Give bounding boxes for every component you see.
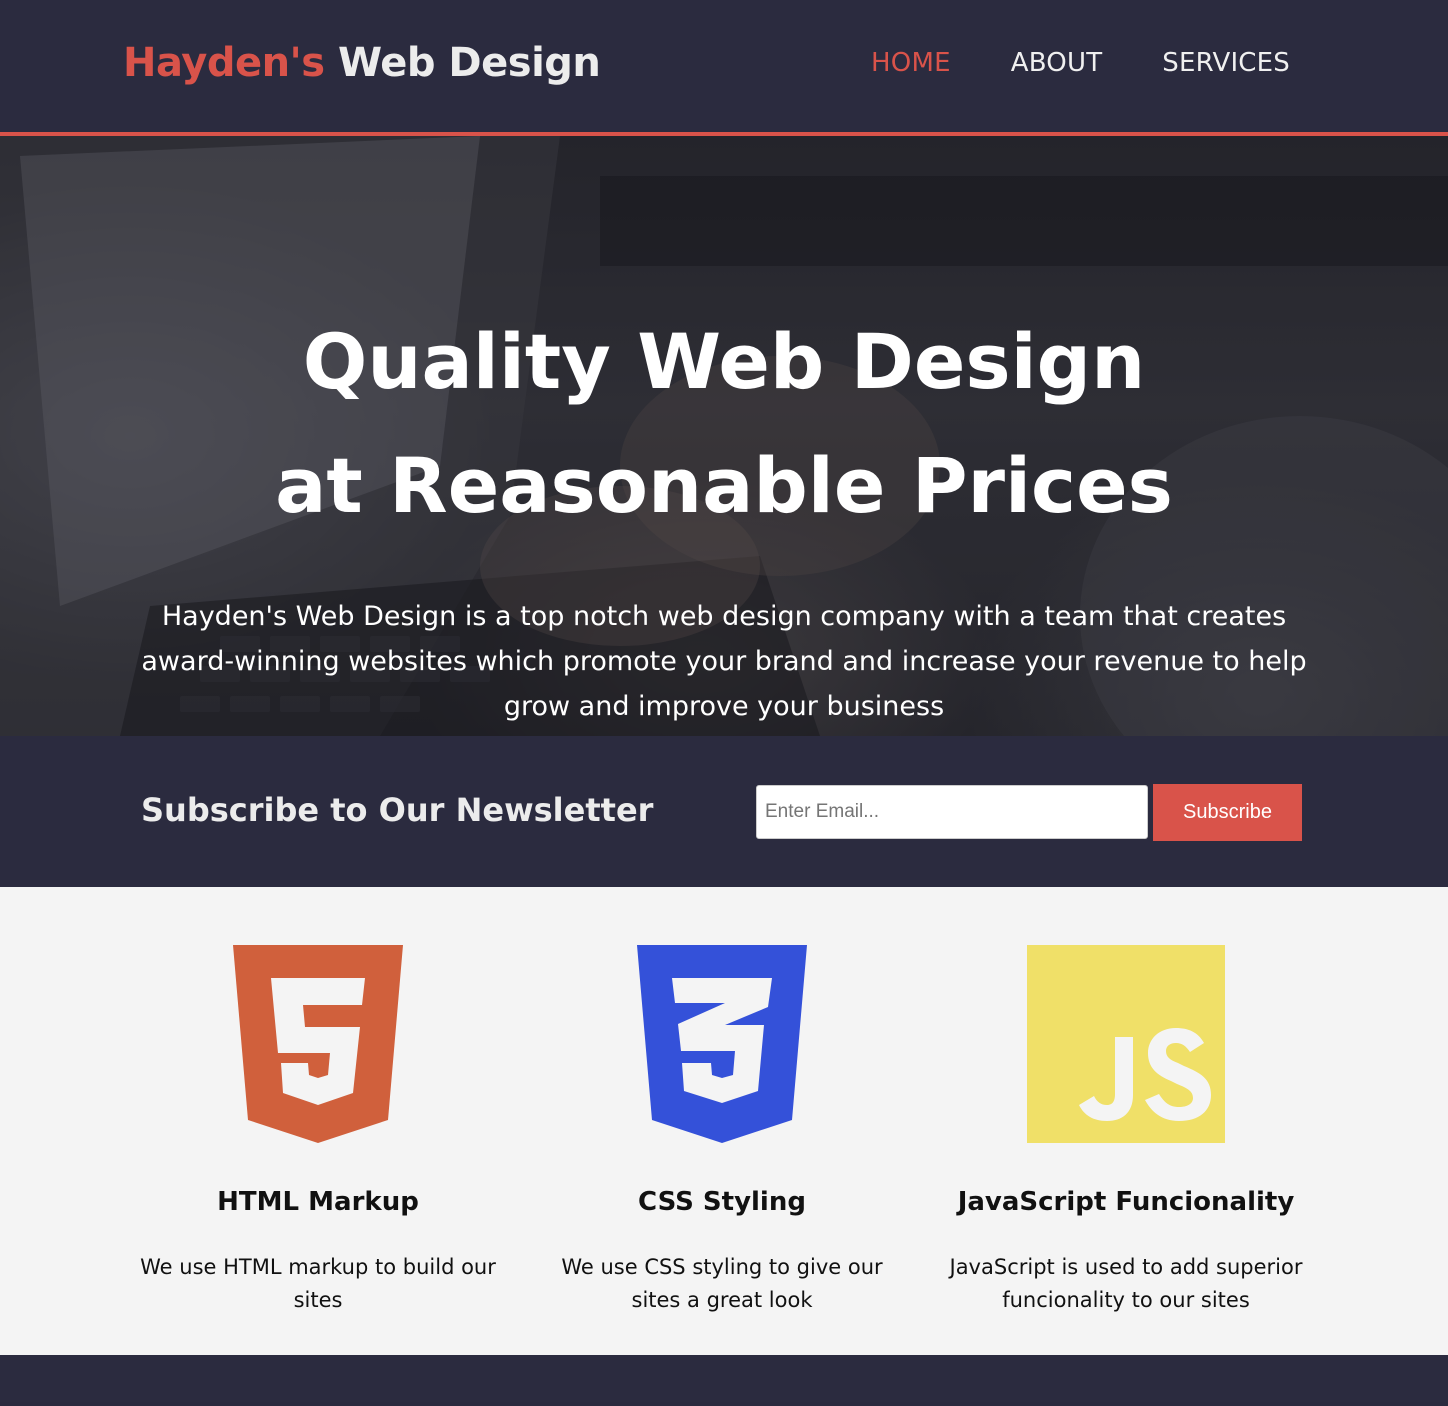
feature-description: We use HTML markup to build our sites bbox=[140, 1255, 496, 1312]
hero-title: Quality Web Design at Reasonable Prices bbox=[275, 317, 1173, 530]
feature-description: We use CSS styling to give our sites a g… bbox=[561, 1255, 883, 1312]
feature-title: JavaScript Funcionality bbox=[957, 1187, 1295, 1217]
newsletter-section: Subscribe to Our Newsletter Subscribe bbox=[0, 736, 1448, 887]
newsletter-heading: Subscribe to Our Newsletter bbox=[141, 791, 654, 829]
site-header: Hayden's Web Design HOME ABOUT SERVICES bbox=[0, 0, 1448, 136]
email-input[interactable] bbox=[756, 785, 1148, 839]
javascript-logo-icon bbox=[1027, 945, 1225, 1143]
feature-logo bbox=[138, 945, 498, 1143]
feature-css: CSS Styling We use CSS styling to give o… bbox=[542, 945, 902, 1317]
features-section: HTML Markup We use HTML markup to build … bbox=[0, 887, 1448, 1355]
feature-logo bbox=[542, 945, 902, 1143]
nav-home[interactable]: HOME bbox=[871, 48, 951, 78]
hero-banner: Quality Web Design at Reasonable Prices … bbox=[0, 136, 1448, 736]
brand-highlight: Hayden's bbox=[123, 40, 325, 86]
brand-logo[interactable]: Hayden's Web Design bbox=[123, 40, 601, 86]
nav-services[interactable]: SERVICES bbox=[1162, 48, 1290, 78]
css3-logo-icon bbox=[637, 945, 807, 1143]
hero-content: Quality Web Design at Reasonable Prices … bbox=[0, 300, 1448, 729]
feature-html: HTML Markup We use HTML markup to build … bbox=[138, 945, 498, 1317]
feature-title: HTML Markup bbox=[217, 1187, 419, 1217]
feature-logo bbox=[946, 945, 1306, 1143]
hero-description: Hayden's Web Design is a top notch web d… bbox=[141, 601, 1307, 722]
feature-description: JavaScript is used to add superior funci… bbox=[949, 1255, 1303, 1312]
nav-about[interactable]: ABOUT bbox=[1011, 48, 1103, 78]
feature-javascript: JavaScript Funcionality JavaScript is us… bbox=[946, 945, 1306, 1317]
feature-title: CSS Styling bbox=[638, 1187, 806, 1217]
html5-logo-icon bbox=[233, 945, 403, 1143]
brand-rest: Web Design bbox=[338, 40, 601, 86]
subscribe-button[interactable]: Subscribe bbox=[1153, 784, 1302, 841]
main-nav: HOME ABOUT SERVICES bbox=[871, 48, 1290, 78]
site-footer bbox=[0, 1355, 1448, 1402]
